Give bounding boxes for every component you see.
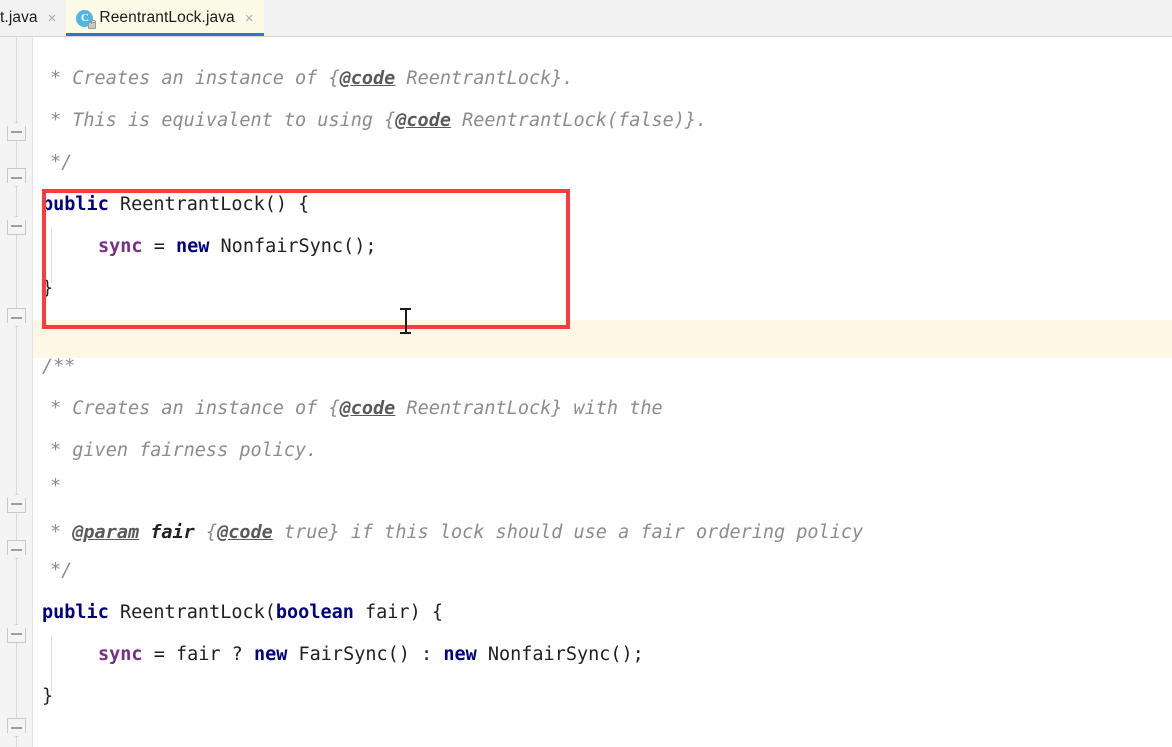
fold-start-icon[interactable] [7, 624, 26, 643]
code-token: public [42, 194, 109, 215]
code-token: ReentrantLock() { [108, 194, 310, 215]
code-line: public ReentrantLock() { [42, 184, 309, 226]
code-token: fair [139, 522, 195, 543]
fold-end-icon[interactable] [7, 718, 26, 737]
code-line: */ [50, 550, 72, 592]
code-token: FairSync() : [287, 644, 444, 665]
code-token: @code [395, 110, 451, 131]
code-line: * @param fair {@code true} if this lock … [50, 512, 863, 554]
fold-minus-glyph [11, 727, 22, 729]
code-line: /** [42, 346, 75, 388]
code-line: * Creates an instance of {@code Reentran… [50, 58, 574, 100]
code-line: sync = fair ? new FairSync() : new Nonfa… [98, 634, 644, 676]
code-token: * Creates an instance of { [50, 68, 340, 89]
fold-minus-glyph [11, 177, 22, 179]
editor-gutter[interactable] [0, 37, 33, 747]
close-icon[interactable]: × [245, 11, 254, 26]
code-token: /** [42, 356, 76, 377]
code-token: @code [339, 68, 396, 89]
fold-minus-glyph [11, 131, 22, 133]
code-token: * given fairness policy. [50, 440, 318, 461]
code-line: * This is equivalent to using {@code Ree… [50, 100, 707, 142]
code-line: */ [50, 142, 72, 184]
fold-minus-glyph [11, 549, 22, 551]
indent-guide [51, 635, 52, 691]
lock-icon [88, 19, 97, 29]
editor-tab-bar: t.java × C ReentrantLock.java × [0, 0, 1172, 37]
close-icon[interactable]: × [48, 11, 57, 26]
code-token: @code [217, 522, 273, 543]
code-token: { [194, 522, 218, 543]
ibeam-stem [405, 308, 407, 334]
code-token: * [50, 476, 62, 497]
code-token: true} if this lock should use a fair ord… [272, 522, 864, 543]
fold-end-icon[interactable] [7, 308, 26, 327]
indent-guide [51, 227, 52, 283]
java-class-icon: C [76, 9, 97, 29]
code-token: sync [98, 644, 143, 665]
code-token: */ [50, 152, 73, 173]
code-token: ReentrantLock( [108, 602, 276, 623]
fold-minus-glyph [11, 317, 22, 319]
fold-minus-glyph [11, 633, 22, 635]
code-token: @param [72, 522, 140, 543]
fold-start-icon[interactable] [7, 494, 26, 513]
code-line: * given fairness policy. [50, 430, 317, 472]
code-token: NonfairSync(); [476, 644, 644, 665]
code-token: ReentrantLock(false)}. [450, 110, 708, 131]
code-token: public [42, 602, 109, 623]
code-line: public ReentrantLock(boolean fair) { [42, 592, 443, 634]
code-token: sync [98, 236, 143, 257]
code-token: boolean [275, 602, 354, 623]
code-token: ReentrantLock}. [395, 68, 574, 89]
code-token: = [142, 236, 176, 257]
code-token: * Creates an instance of { [50, 398, 340, 419]
fold-minus-glyph [11, 503, 22, 505]
ide-editor-window: t.java × C ReentrantLock.java × * Create… [0, 0, 1172, 747]
editor-tab-reentrantlock[interactable]: C ReentrantLock.java × [66, 0, 264, 36]
text-cursor-icon [400, 308, 411, 334]
code-token: = fair ? [142, 644, 254, 665]
editor-tab-label: ReentrantLock.java [99, 9, 235, 26]
code-token: new [175, 236, 210, 257]
code-token: fair) { [353, 602, 443, 623]
fold-start-icon[interactable] [7, 122, 26, 141]
code-token: new [253, 644, 288, 665]
fold-minus-glyph [11, 225, 22, 227]
code-token: * This is equivalent to using { [50, 110, 396, 131]
code-token: @code [339, 398, 396, 419]
code-line: * Creates an instance of {@code Reentran… [50, 388, 663, 430]
code-editor[interactable]: * Creates an instance of {@code Reentran… [0, 37, 1172, 747]
ibeam-bottom-bar [400, 332, 411, 334]
code-token: * [50, 522, 73, 543]
code-token: NonfairSync(); [209, 236, 377, 257]
code-line: sync = new NonfairSync(); [98, 226, 376, 268]
code-line: /** [42, 742, 75, 747]
code-token: new [443, 644, 477, 665]
code-text-area[interactable]: * Creates an instance of {@code Reentran… [34, 37, 1172, 747]
fold-end-icon[interactable] [7, 168, 26, 187]
code-line: * [50, 466, 61, 508]
fold-start-icon[interactable] [7, 216, 26, 235]
editor-tab-inactive[interactable]: t.java × [0, 0, 67, 36]
fold-end-icon[interactable] [7, 540, 26, 559]
code-token: */ [50, 560, 73, 581]
editor-tab-label: t.java [0, 9, 38, 26]
code-token: ReentrantLock} with the [395, 398, 663, 419]
